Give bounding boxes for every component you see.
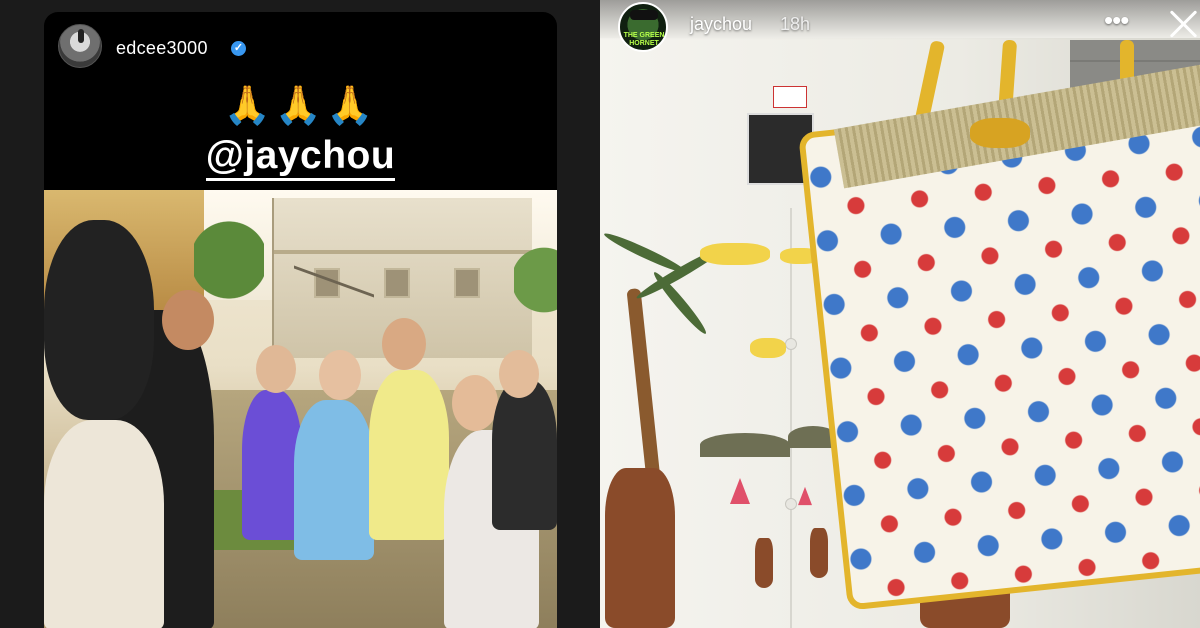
prayer-hands-emoji: 🙏🙏🙏	[223, 85, 378, 127]
mention-sticker[interactable]: @jaychou	[44, 134, 557, 181]
avatar-mohawk	[78, 29, 84, 43]
person-yellow-shirt	[369, 370, 449, 540]
shirt-placket	[790, 208, 792, 628]
window	[384, 268, 410, 298]
person-purple-top	[242, 390, 302, 540]
left-story-panel: edcee3000 ✓ 🙏🙏🙏 @jaychou	[44, 12, 557, 628]
yellow-cloud	[750, 338, 786, 358]
avatar-text: THE GREEN HORNET	[623, 32, 665, 47]
island	[700, 433, 790, 457]
sailboat	[798, 486, 812, 506]
close-icon[interactable]	[1166, 6, 1200, 40]
right-story-panel: THE GREEN HORNET jaychou 18h •••	[600, 0, 1200, 628]
person-light-blue-shirt	[294, 400, 374, 560]
palm-leaf	[650, 269, 710, 337]
shirt-button	[785, 338, 797, 350]
person-white-shirt-foreground	[44, 420, 164, 628]
username-right[interactable]: jaychou	[690, 14, 752, 35]
small-figure	[755, 538, 773, 588]
window	[454, 268, 480, 298]
more-options-icon[interactable]: •••	[1104, 7, 1129, 33]
tree	[514, 230, 557, 330]
person-head	[319, 350, 361, 400]
person-head	[382, 318, 426, 370]
story-header-left: edcee3000 ✓	[44, 12, 557, 72]
person-head	[499, 350, 539, 398]
yellow-cloud	[700, 243, 770, 265]
story-timestamp: 18h	[780, 14, 811, 34]
person-head	[162, 290, 214, 350]
person-head	[256, 345, 296, 393]
avatar-hat	[630, 10, 658, 20]
avatar-edcee3000[interactable]	[58, 24, 102, 68]
verified-badge-icon: ✓	[231, 41, 246, 56]
mention-text: @jaychou	[205, 134, 396, 181]
sailboat	[730, 478, 750, 504]
avatar-jaychou[interactable]: THE GREEN HORNET	[618, 2, 668, 52]
group-selfie-photo	[44, 190, 557, 628]
hula-figure	[605, 468, 675, 628]
bag-bow	[970, 118, 1030, 148]
shirt-button	[785, 498, 797, 510]
person-dark-outfit	[492, 380, 557, 530]
username-left[interactable]: edcee3000	[116, 38, 208, 59]
shirt-label	[773, 86, 807, 108]
small-figure	[810, 528, 828, 578]
person-head	[452, 375, 498, 431]
person-beanie-mask	[44, 220, 154, 420]
